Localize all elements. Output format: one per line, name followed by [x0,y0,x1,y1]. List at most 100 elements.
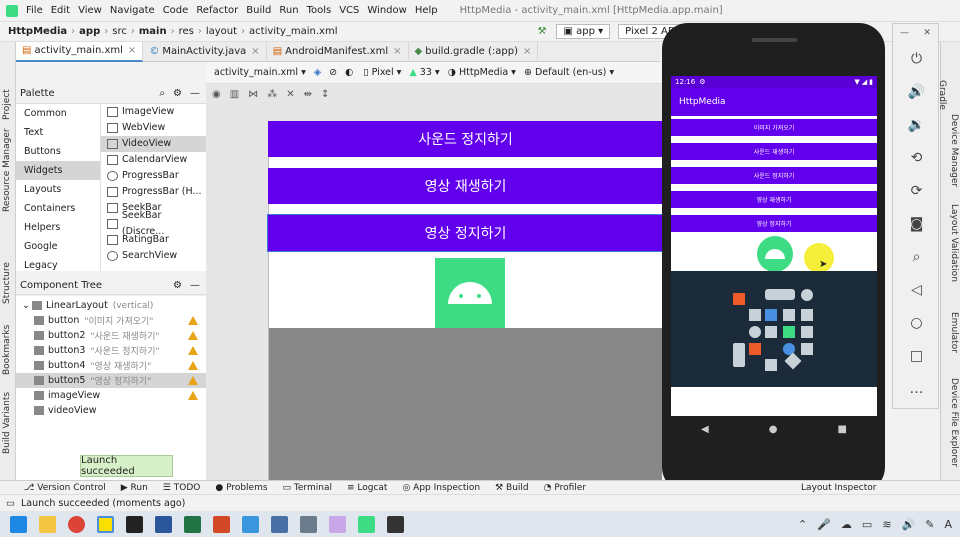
close-icon[interactable]: ✕ [923,28,931,38]
calculator-icon[interactable] [300,515,317,533]
rotate-left-icon[interactable]: ⟲ [893,141,940,174]
theme-select[interactable]: ◑ HttpMedia ▾ [448,67,516,78]
menu-tools[interactable]: Tools [307,5,332,16]
ime-icon[interactable]: A [944,518,952,531]
device-manager-tool[interactable]: Device Manager [949,114,959,187]
warning-icon[interactable] [188,361,198,370]
pen-icon[interactable]: ✎ [925,518,934,531]
kakaotalk-icon[interactable] [97,515,114,533]
minimize-icon[interactable]: — [190,88,200,99]
eye-icon[interactable]: ◉ [212,89,221,100]
rotate-right-icon[interactable]: ⟳ [893,174,940,207]
zoom-icon[interactable]: ⌕ [893,240,940,273]
tree-item[interactable]: button4 "영상 재생하기" [16,358,206,373]
phone-button-get-image[interactable]: 이미지 가져오기 [671,119,877,136]
emulator-tool[interactable]: Emulator [949,312,959,353]
tree-item[interactable]: imageView [16,388,206,403]
tab-profiler[interactable]: ◔ Profiler [544,483,586,493]
recents-icon[interactable]: ■ [838,424,847,435]
menu-file[interactable]: File [26,5,43,16]
more-icon[interactable]: … [893,372,940,405]
palette-widget[interactable]: CalendarView [101,152,206,168]
device-select[interactable]: ▯ Pixel ▾ [363,67,401,78]
tab-todo[interactable]: ☰ TODO [163,483,201,493]
close-icon[interactable]: × [128,45,136,56]
volume-down-icon[interactable]: 🔉 [893,108,940,141]
palette-category[interactable]: Containers [16,199,100,218]
minimize-icon[interactable]: — [900,28,909,38]
tab-app-inspection[interactable]: ◎ App Inspection [402,483,480,493]
home-icon[interactable]: ● [769,424,778,435]
tab-layout-inspector[interactable]: Layout Inspector [801,483,876,493]
margin-icon[interactable]: ⁂ [267,89,277,100]
visual-studio-code-icon[interactable] [242,515,259,533]
palette-category[interactable]: Common [16,104,100,123]
microphone-icon[interactable]: 🎤 [817,518,831,531]
blueprint-icon[interactable]: ▥ [230,89,239,100]
layout-file-select[interactable]: activity_main.xml ▾ [214,67,306,78]
design-surface-icon[interactable]: ◈ [314,67,321,78]
volume-up-icon[interactable]: 🔊 [893,75,940,108]
chrome-icon[interactable] [68,515,85,533]
tree-item[interactable]: button2 "사운드 재생하기" [16,328,206,343]
structure-tool[interactable]: Structure [2,262,12,304]
phone-button-play-video[interactable]: 영상 재생하기 [671,191,877,208]
cloud-icon[interactable]: ☁ [841,518,852,531]
tab-main-activity[interactable]: © MainActivity.java × [143,41,267,62]
layout-validation-tool[interactable]: Layout Validation [949,204,959,282]
tab-build[interactable]: ⚒ Build [495,483,529,493]
breadcrumb-res[interactable]: res [179,26,194,37]
clear-icon[interactable]: ✕ [286,89,294,100]
pack-vertical-icon[interactable]: ↕ [321,89,329,100]
project-tool[interactable]: Project [2,89,12,120]
palette-category[interactable]: Layouts [16,180,100,199]
breadcrumb-file[interactable]: activity_main.xml [249,26,337,37]
breadcrumb-project[interactable]: HttpMedia [8,26,67,37]
breadcrumb-main[interactable]: main [139,26,167,37]
tree-item[interactable]: videoView [16,403,206,418]
design-button5-selected[interactable]: 영상 정지하기 [267,214,662,252]
breadcrumb-app[interactable]: app [79,26,100,37]
palette-widget[interactable]: SeekBar (Discre... [101,210,206,237]
warning-icon[interactable] [188,316,198,325]
menu-build[interactable]: Build [246,5,271,16]
warning-icon[interactable] [188,391,198,400]
orientation-icon[interactable]: ⊘ [329,67,337,78]
menu-help[interactable]: Help [415,5,438,16]
network-icon[interactable]: ▭ [862,518,872,531]
locale-select[interactable]: ⊕ Default (en-us) ▾ [524,67,614,78]
android-studio-icon[interactable] [358,515,375,533]
powerpoint-icon[interactable] [213,515,230,533]
menu-code[interactable]: Code [163,5,189,16]
close-icon[interactable]: × [523,46,531,57]
tab-problems[interactable]: ● Problems [215,483,267,493]
palette-widget-selected[interactable]: VideoView [101,136,206,152]
warning-icon[interactable] [188,346,198,355]
resource-manager-tool[interactable]: Resource Manager [2,128,12,212]
tab-terminal[interactable]: ▭ Terminal [283,483,332,493]
constraints-icon[interactable]: ⋈ [248,89,258,100]
file-explorer-icon[interactable] [39,515,56,533]
palette-widget[interactable]: ProgressBar [101,168,206,184]
gear-icon[interactable]: ⚙ [173,280,182,291]
power-icon[interactable]: ⏻ [893,42,940,75]
hammer-icon[interactable]: ⚒ [538,26,547,37]
close-icon[interactable]: × [251,46,259,57]
build-variants-tool[interactable]: Build Variants [2,392,12,454]
api-select[interactable]: ▲ 33 ▾ [409,67,439,78]
tree-item-selected[interactable]: button5 "영상 정지하기" [16,373,206,388]
phone-button-stop-sound[interactable]: 사운드 정지하기 [671,167,877,184]
menu-refactor[interactable]: Refactor [196,5,238,16]
menu-window[interactable]: Window [367,5,406,16]
warning-icon[interactable] [188,376,198,385]
phone-button-play-sound[interactable]: 사운드 재생하기 [671,143,877,160]
tab-run[interactable]: ▶ Run [121,483,148,493]
device-file-explorer-tool[interactable]: Device File Explorer [949,378,959,467]
palette-category[interactable]: Legacy [16,256,100,271]
menu-vcs[interactable]: VCS [339,5,359,16]
intellij-icon[interactable] [126,515,143,533]
palette-widget[interactable]: SearchView [101,248,206,264]
menu-edit[interactable]: Edit [51,5,70,16]
word-icon[interactable] [155,515,172,533]
bookmarks-tool[interactable]: Bookmarks [2,325,12,375]
